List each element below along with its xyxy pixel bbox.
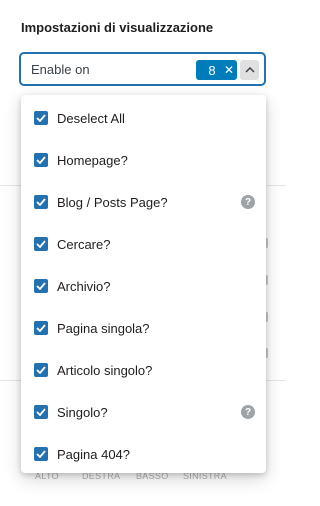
checkbox[interactable]: [34, 111, 48, 125]
checkbox[interactable]: [34, 321, 48, 335]
checkbox[interactable]: [34, 195, 48, 209]
option-label: Cercare?: [57, 237, 111, 252]
option-item[interactable]: Pagina singola?: [21, 313, 266, 343]
select-value: Enable on: [31, 62, 90, 77]
option-label: Singolo?: [57, 405, 108, 420]
close-icon[interactable]: ✕: [224, 63, 234, 77]
option-label: Archivio?: [57, 279, 111, 294]
chevron-up-icon[interactable]: [240, 60, 259, 80]
checkbox[interactable]: [34, 279, 48, 293]
option-label: Pagina singola?: [57, 321, 150, 336]
option-item[interactable]: Pagina 404?: [21, 439, 266, 469]
option-item[interactable]: Homepage?: [21, 145, 266, 175]
enable-on-dropdown: Deselect All Homepage? Blog / Posts Page??…: [21, 95, 266, 473]
selected-count: 8: [208, 62, 216, 78]
panel-heading: Impostazioni di visualizzazione: [21, 20, 214, 35]
option-label: Articolo singolo?: [57, 363, 153, 378]
option-label: Pagina 404?: [57, 447, 131, 462]
selected-count-badge: 8 ✕: [196, 60, 237, 80]
help-icon[interactable]: ?: [241, 405, 255, 419]
checkbox[interactable]: [34, 363, 48, 377]
option-label: Blog / Posts Page?: [57, 195, 168, 210]
option-item[interactable]: Cercare?: [21, 229, 266, 259]
option-label: Deselect All: [57, 111, 125, 126]
checkbox[interactable]: [34, 237, 48, 251]
option-item[interactable]: Singolo??: [21, 397, 266, 427]
checkbox[interactable]: [34, 405, 48, 419]
enable-on-select[interactable]: Enable on 8 ✕: [20, 53, 265, 85]
help-icon[interactable]: ?: [241, 195, 255, 209]
option-item[interactable]: Articolo singolo?: [21, 355, 266, 385]
deselect-all-option[interactable]: Deselect All: [21, 103, 266, 133]
option-item[interactable]: Blog / Posts Page??: [21, 187, 266, 217]
checkbox[interactable]: [34, 153, 48, 167]
option-item[interactable]: Archivio?: [21, 271, 266, 301]
option-label: Homepage?: [57, 153, 128, 168]
checkbox[interactable]: [34, 447, 48, 461]
